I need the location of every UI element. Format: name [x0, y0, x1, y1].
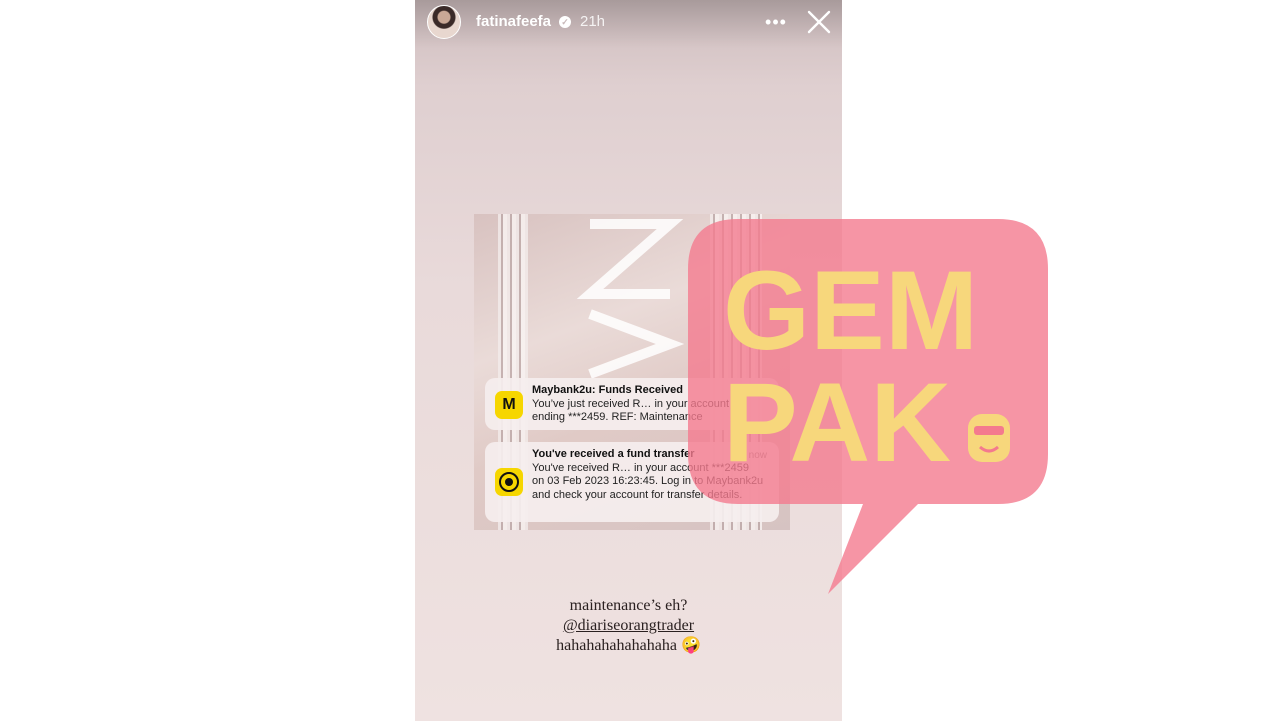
maybank-tiger-app-icon — [495, 468, 523, 496]
mention-link[interactable]: @diariseorangtrader — [415, 616, 842, 636]
notification-title: Maybank2u: Funds Received — [532, 384, 683, 396]
caption-line: hahahahahahahaha 🤪 — [556, 637, 701, 654]
decorative-letters — [576, 219, 685, 379]
more-horizontal-icon[interactable]: ••• — [764, 10, 788, 34]
profile-avatar[interactable] — [427, 5, 461, 39]
username[interactable]: fatinafeefa — [476, 13, 551, 30]
post-time: 21h — [580, 13, 606, 30]
watermark-word: PAK — [723, 360, 951, 485]
maybank-app-icon: M — [495, 391, 523, 419]
close-icon[interactable] — [805, 8, 833, 36]
caption-line: maintenance’s eh? — [569, 597, 688, 614]
smiley-sunglasses-icon — [968, 414, 1010, 462]
watermark-word: GEM — [723, 248, 978, 373]
gempak-watermark-logo: GEM PAK — [688, 219, 1048, 594]
verified-badge-icon: ✓ — [559, 16, 571, 28]
notification-title: You've received a fund transfer — [532, 448, 695, 460]
